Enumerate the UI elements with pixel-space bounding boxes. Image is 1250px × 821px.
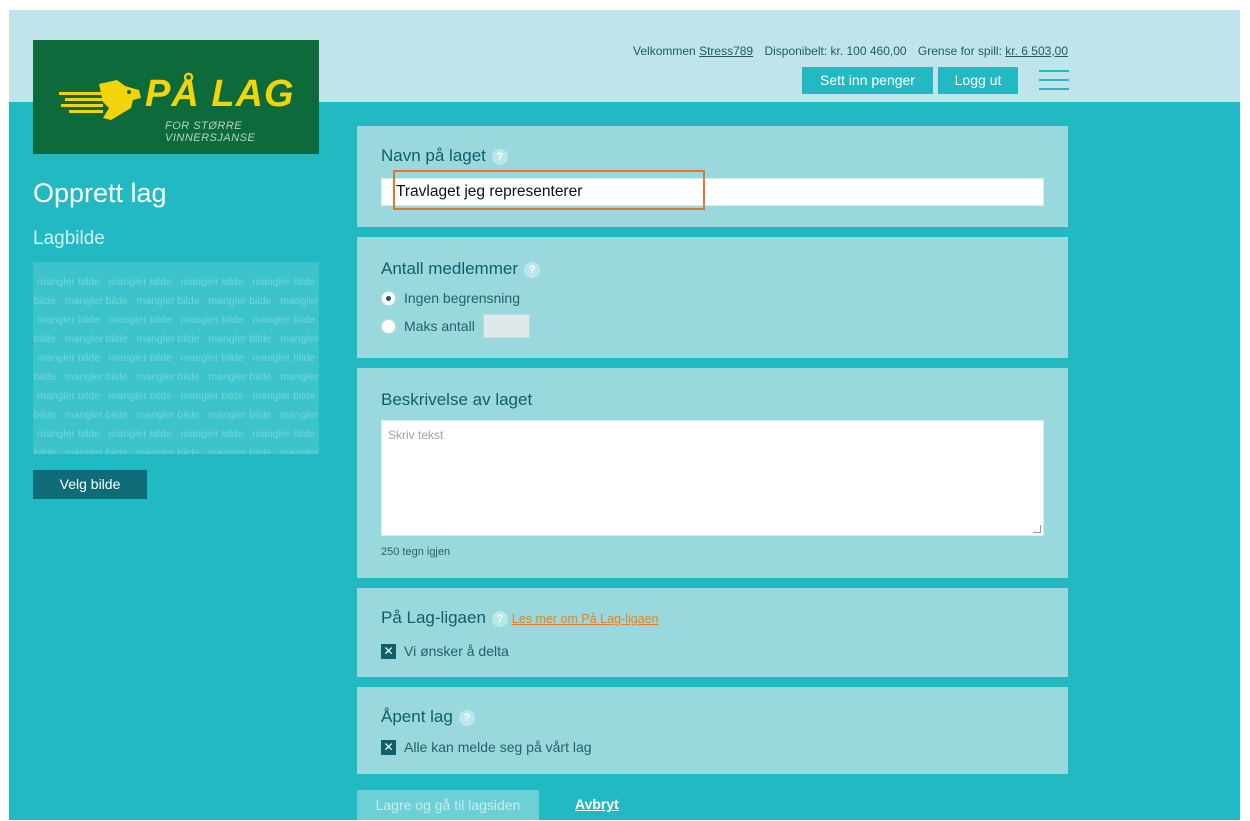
- cancel-link[interactable]: Avbryt: [575, 796, 619, 812]
- page-title: Opprett lag: [33, 178, 167, 208]
- placeholder-text-row: mangler bilde mangler bilde mangler bild…: [33, 333, 319, 345]
- brand-title: PÅ LAG: [145, 73, 295, 115]
- team-image-placeholder: mangler bilde mangler bilde mangler bild…: [33, 262, 319, 454]
- radio-button-checked[interactable]: [381, 290, 396, 306]
- placeholder-text-row: mangler bilde mangler bilde mangler bild…: [33, 447, 319, 454]
- max-members-input[interactable]: [482, 314, 530, 338]
- limit-label: Grense for spill:: [917, 44, 1002, 58]
- description-placeholder: Skriv tekst: [388, 428, 444, 442]
- placeholder-text-row: mangler bilde mangler bilde mangler bild…: [37, 352, 319, 364]
- page-background: PÅ LAG FOR STØRRE VINNERSJANSE Velkommen…: [9, 10, 1240, 820]
- question-icon[interactable]: ?: [491, 611, 508, 627]
- deposit-button[interactable]: Sett inn penger: [802, 67, 933, 94]
- league-checkbox-row[interactable]: ✕ Vi ønsker å delta: [381, 643, 509, 659]
- save-button[interactable]: Lagre og gå til lagsiden: [357, 790, 539, 820]
- team-name-card: Navn på laget? Travlaget jeg representer…: [357, 126, 1068, 227]
- league-label: På Lag-ligaen? Les mer om På Lag-ligaen: [381, 608, 659, 627]
- horse-icon: [59, 80, 141, 120]
- brand-subtitle: FOR STØRRE VINNERSJANSE: [165, 120, 256, 144]
- members-label: Antall medlemmer?: [381, 259, 540, 279]
- members-card: Antall medlemmer? Ingen begrensning Maks…: [357, 237, 1068, 358]
- logout-button[interactable]: Logg ut: [938, 67, 1018, 94]
- chars-left-counter: 250 tegn igjen: [381, 546, 451, 558]
- placeholder-text-row: mangler bilde mangler bilde mangler bild…: [37, 428, 319, 440]
- placeholder-text-row: mangler bilde mangler bilde mangler bild…: [33, 409, 319, 421]
- team-name-input[interactable]: Travlaget jeg representerer: [381, 178, 1044, 206]
- question-icon[interactable]: ?: [491, 149, 508, 165]
- question-icon[interactable]: ?: [524, 262, 540, 278]
- checkbox-checked-icon[interactable]: ✕: [381, 643, 396, 659]
- placeholder-text-row: mangler bilde mangler bilde mangler bild…: [37, 390, 319, 402]
- placeholder-text-row: mangler bilde mangler bilde mangler bild…: [37, 314, 319, 326]
- image-heading: Lagbilde: [33, 228, 105, 249]
- hamburger-icon[interactable]: [1039, 70, 1069, 92]
- description-label: Beskrivelse av laget: [381, 390, 533, 409]
- username-link[interactable]: Stress789: [699, 44, 753, 58]
- placeholder-text-row: mangler bilde mangler bilde mangler bild…: [37, 276, 319, 288]
- placeholder-text-row: mangler bilde mangler bilde mangler bild…: [33, 295, 319, 307]
- team-name-label: Navn på laget?: [381, 146, 508, 166]
- limit-value-link[interactable]: kr. 6 503,00: [1005, 44, 1068, 58]
- placeholder-text-row: mangler bilde mangler bilde mangler bild…: [33, 371, 319, 383]
- open-team-checkbox-row[interactable]: ✕ Alle kan melde seg på vårt lag: [381, 739, 592, 755]
- league-info-link[interactable]: Les mer om På Lag-ligaen: [512, 612, 659, 626]
- question-icon[interactable]: ?: [458, 710, 475, 726]
- description-textarea[interactable]: Skriv tekst: [381, 420, 1044, 536]
- resize-handle[interactable]: [1033, 525, 1041, 533]
- open-team-card: Åpent lag? ✕ Alle kan melde seg på vårt …: [357, 687, 1068, 774]
- radio-max[interactable]: Maks antall: [381, 314, 530, 338]
- available-balance: Disponibelt: kr. 100 460,00: [764, 44, 907, 58]
- welcome-label: Velkommen: [633, 44, 696, 58]
- radio-unlimited[interactable]: Ingen begrensning: [381, 290, 520, 306]
- choose-image-button[interactable]: Velg bilde: [33, 470, 147, 499]
- user-info-bar: Velkommen Stress789 Disponibelt: kr. 100…: [633, 44, 1068, 58]
- league-card: På Lag-ligaen? Les mer om På Lag-ligaen ✕…: [357, 588, 1068, 677]
- brand-logo[interactable]: PÅ LAG FOR STØRRE VINNERSJANSE: [33, 40, 319, 154]
- radio-button[interactable]: [381, 318, 396, 334]
- description-card: Beskrivelse av laget Skriv tekst 250 teg…: [357, 368, 1068, 578]
- open-team-label: Åpent lag?: [381, 707, 475, 727]
- checkbox-checked-icon[interactable]: ✕: [381, 739, 396, 755]
